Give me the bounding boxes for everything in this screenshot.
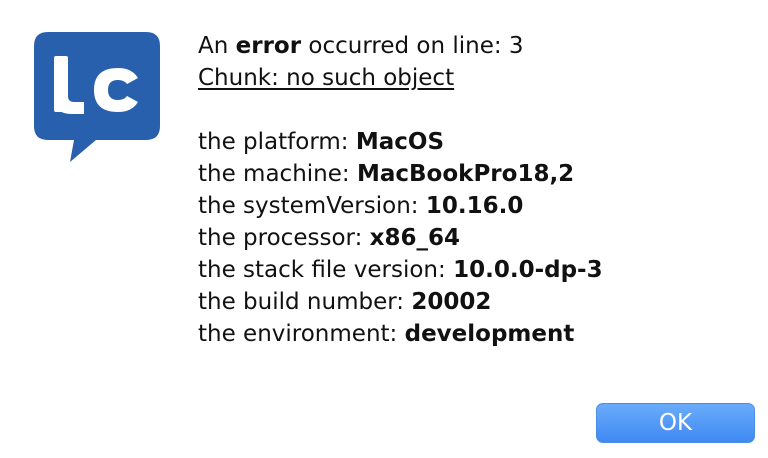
detail-processor: the processor: x86_64 — [198, 222, 738, 254]
detail-platform: the platform: MacOS — [198, 126, 738, 158]
error-dialog: An error occurred on line: 3 Chunk: no s… — [0, 0, 768, 458]
error-line: An error occurred on line: 3 — [198, 30, 738, 62]
detail-label: the build number: — [198, 289, 412, 315]
error-prefix: An — [198, 33, 236, 59]
detail-value: 20002 — [411, 289, 492, 315]
detail-value: 10.16.0 — [425, 193, 524, 219]
detail-machine: the machine: MacBookPro18,2 — [198, 158, 738, 190]
livecode-logo-icon — [34, 32, 160, 162]
error-word: error — [235, 33, 302, 59]
detail-value: MacBookPro18,2 — [356, 161, 575, 187]
detail-stack-file-version: the stack file version: 10.0.0-dp-3 — [198, 254, 738, 286]
detail-value: 10.0.0-dp-3 — [453, 257, 603, 283]
error-suffix: occurred on line: 3 — [301, 33, 524, 59]
detail-label: the processor: — [198, 225, 370, 251]
detail-label: the machine: — [198, 161, 357, 187]
chunk-line: Chunk: no such object — [198, 65, 455, 91]
detail-value: development — [404, 321, 575, 347]
detail-label: the platform: — [198, 129, 356, 155]
ok-button[interactable]: OK — [596, 403, 755, 443]
detail-label: the stack file version: — [198, 257, 454, 283]
detail-environment: the environment: development — [198, 318, 738, 350]
detail-build-number: the build number: 20002 — [198, 286, 738, 318]
error-message: An error occurred on line: 3 Chunk: no s… — [198, 30, 738, 350]
detail-system-version: the systemVersion: 10.16.0 — [198, 190, 738, 222]
detail-label: the systemVersion: — [198, 193, 426, 219]
detail-label: the environment: — [198, 321, 405, 347]
detail-value: MacOS — [355, 129, 445, 155]
detail-value: x86_64 — [369, 225, 460, 251]
